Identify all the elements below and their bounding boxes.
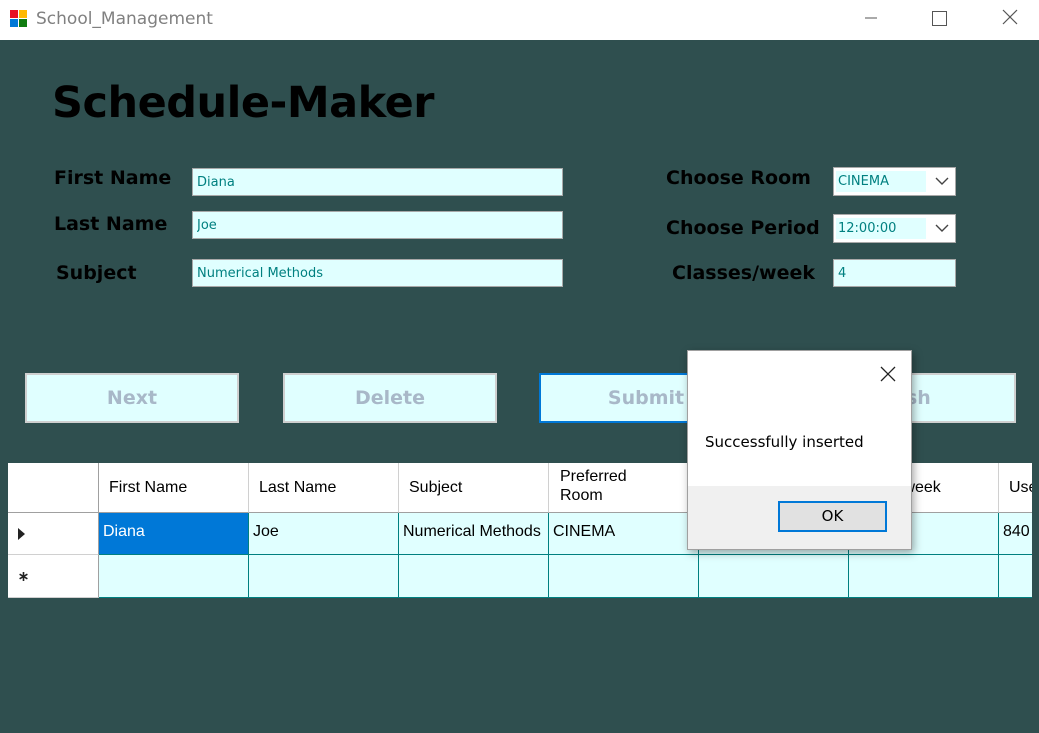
maximize-icon	[932, 11, 947, 26]
column-header-subject[interactable]: Subject	[399, 463, 549, 513]
column-header-preferred-room-line1: Preferred	[560, 468, 627, 485]
column-header-last-name[interactable]: Last Name	[249, 463, 399, 513]
row-header-1[interactable]	[8, 513, 99, 555]
last-name-label: Last Name	[54, 213, 168, 235]
row-header-new[interactable]	[8, 555, 99, 598]
current-row-arrow-icon	[18, 528, 25, 540]
message-dialog: Successfully inserted OK	[687, 350, 912, 550]
chevron-down-icon	[935, 224, 949, 232]
cell-user[interactable]: 840	[999, 513, 1032, 555]
title-bar: School_Management	[0, 0, 1039, 40]
next-button[interactable]: Next	[25, 373, 239, 423]
new-cell-period[interactable]	[699, 555, 849, 598]
new-cell-last-name[interactable]	[249, 555, 399, 598]
ok-button[interactable]: OK	[778, 501, 887, 532]
column-header-preferred-room-line2: Room	[560, 487, 603, 504]
cell-last-name[interactable]: Joe	[249, 513, 399, 555]
choose-period-label: Choose Period	[666, 217, 820, 239]
app-icon	[10, 10, 27, 27]
new-cell-preferred-room[interactable]	[549, 555, 699, 598]
choose-room-label: Choose Room	[666, 167, 811, 189]
last-name-field[interactable]	[192, 211, 563, 239]
delete-button[interactable]: Delete	[283, 373, 497, 423]
dialog-close-icon[interactable]	[877, 363, 899, 385]
period-select[interactable]: 12:00:00	[833, 214, 956, 243]
new-cell-classes-per-week[interactable]	[849, 555, 999, 598]
window-title: School_Management	[36, 9, 213, 29]
minimize-icon	[865, 17, 877, 19]
dialog-message: Successfully inserted	[705, 433, 864, 451]
column-header-user[interactable]: Use	[999, 463, 1032, 513]
column-header-preferred-room[interactable]: Preferred Room	[549, 463, 699, 513]
room-select[interactable]: CINEMA	[833, 167, 956, 196]
new-row-asterisk-icon	[19, 572, 28, 581]
classes-per-week-label: Classes/week	[672, 262, 815, 284]
new-cell-subject[interactable]	[399, 555, 549, 598]
period-selected-value: 12:00:00	[836, 218, 926, 239]
close-icon	[1002, 9, 1018, 25]
cell-subject[interactable]: Numerical Methods	[399, 513, 549, 555]
classes-per-week-field[interactable]	[833, 259, 956, 287]
new-cell-user[interactable]	[999, 555, 1032, 598]
new-cell-first-name[interactable]	[99, 555, 249, 598]
first-name-label: First Name	[54, 167, 172, 189]
first-name-field[interactable]	[192, 168, 563, 196]
chevron-down-icon	[935, 177, 949, 185]
minimize-button[interactable]	[848, 0, 894, 36]
room-selected-value: CINEMA	[836, 171, 926, 192]
subject-field[interactable]	[192, 259, 563, 287]
maximize-button[interactable]	[916, 0, 962, 36]
cell-first-name[interactable]: Diana	[99, 513, 249, 555]
column-header-first-name[interactable]: First Name	[99, 463, 249, 513]
page-title: Schedule-Maker	[52, 78, 435, 128]
subject-label: Subject	[56, 262, 137, 284]
cell-preferred-room[interactable]: CINEMA	[549, 513, 699, 555]
grid-corner-header[interactable]	[8, 463, 99, 513]
dialog-footer: OK	[688, 486, 911, 549]
close-button[interactable]	[986, 0, 1032, 36]
